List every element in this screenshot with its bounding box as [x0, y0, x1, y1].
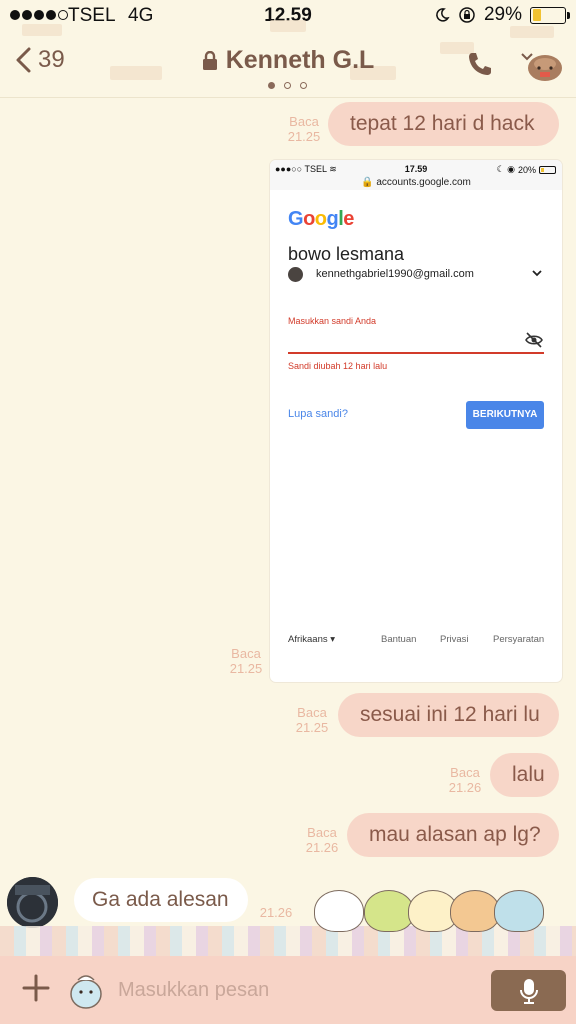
message-time: 21.26	[448, 780, 482, 795]
moon-icon	[436, 8, 450, 22]
read-status: Baca	[289, 114, 319, 129]
mic-icon	[519, 978, 538, 1004]
message-meta: Baca 21.26	[445, 765, 485, 795]
message-meta: Baca 21.26	[302, 825, 342, 855]
account-email: kennethgabriel1990@gmail.com	[316, 268, 474, 280]
message-time: 21.26	[259, 905, 293, 920]
chat-header: 39 Kenneth G.L	[0, 20, 576, 98]
menu-button[interactable]	[520, 46, 566, 91]
voice-message-button[interactable]	[491, 970, 566, 1011]
screenshot-battery: 20%	[517, 164, 536, 175]
menu-chevron-icon	[521, 53, 562, 81]
message-bubble-out[interactable]: mau alasan ap lg?	[347, 813, 559, 857]
message-bubble-out[interactable]: lalu	[490, 753, 559, 797]
read-status: Baca	[307, 825, 337, 840]
message-time: 21.26	[305, 840, 339, 855]
message-meta: Baca 21.25	[226, 646, 266, 676]
message-meta: Baca 21.25	[292, 705, 332, 735]
account-avatar	[288, 267, 303, 282]
read-status: Baca	[231, 646, 261, 661]
next-button: BERIKUTNYA	[466, 401, 544, 429]
message-bubble-out[interactable]: tepat 12 hari d hack	[328, 102, 559, 146]
page-indicator	[268, 82, 307, 89]
account-name: bowo lesmana	[288, 244, 405, 264]
account-row: kennethgabriel1990@gmail.com	[288, 266, 546, 284]
sticker-icon[interactable]	[68, 970, 104, 1010]
password-underline	[288, 352, 544, 354]
message-input-bar	[0, 956, 576, 1024]
battery-percent: 29%	[483, 4, 522, 25]
eye-off-icon	[525, 332, 543, 348]
url-text: accounts.google.com	[376, 177, 471, 188]
read-status: Baca	[297, 705, 327, 720]
contact-name: Kenneth G.L	[225, 46, 375, 74]
battery-icon	[530, 6, 570, 24]
plus-icon[interactable]	[20, 972, 52, 1004]
message-time: 21.25	[287, 129, 321, 144]
language-select: Afrikaans ▾	[288, 634, 336, 645]
language-label: Afrikaans	[288, 634, 328, 645]
message-time: 21.25	[229, 661, 263, 676]
chevron-down-icon	[532, 270, 542, 277]
password-hint: Sandi diubah 12 hari lalu	[288, 361, 388, 371]
contact-avatar[interactable]	[7, 877, 58, 928]
password-label: Masukkan sandi Anda	[288, 316, 377, 326]
message-input[interactable]	[118, 972, 478, 1008]
sticker-characters	[310, 880, 558, 940]
shared-screenshot-image[interactable]: ●●●○○ TSEL ≋ 17.59 ☾ ◉ 20% 🔒 accounts.goo…	[270, 160, 562, 682]
screenshot-url: 🔒 accounts.google.com	[361, 177, 471, 188]
message-bubble-in[interactable]: Ga ada alesan	[74, 878, 248, 922]
privacy-link: Privasi	[440, 634, 469, 645]
terms-link: Persyaratan	[493, 634, 545, 645]
avatar-image	[7, 877, 58, 928]
message-time: 21.25	[295, 720, 329, 735]
google-logo: Google	[288, 208, 354, 230]
message-meta: Baca 21.25	[284, 114, 324, 144]
forgot-password-link: Lupa sandi?	[288, 408, 348, 420]
message-bubble-out[interactable]: sesuai ini 12 hari lu	[338, 693, 559, 737]
rotation-lock-icon	[459, 7, 475, 23]
read-status: Baca	[450, 765, 480, 780]
help-link: Bantuan	[381, 634, 417, 645]
phone-icon[interactable]	[466, 50, 494, 78]
lock-icon	[202, 51, 217, 71]
